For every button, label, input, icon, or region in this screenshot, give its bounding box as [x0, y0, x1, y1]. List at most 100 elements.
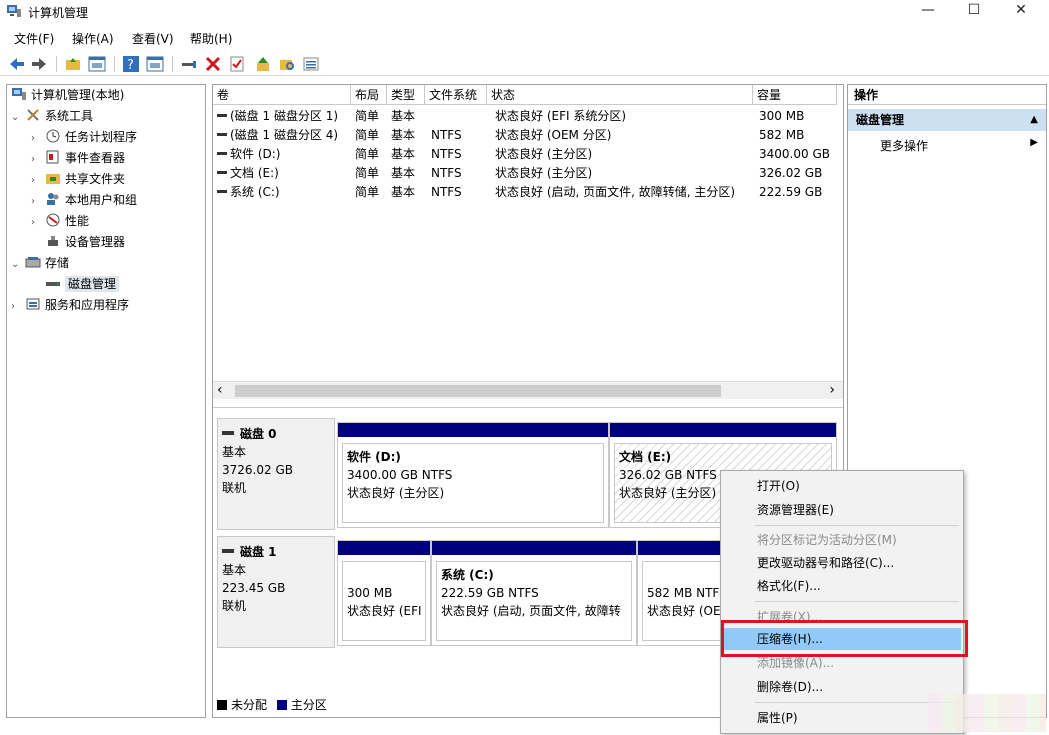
delete-icon[interactable]	[204, 55, 222, 73]
menu-item-mark-active: 将分区标记为活动分区(M)	[757, 533, 897, 547]
volume-cell: 软件 (D:)	[217, 145, 280, 164]
menu-view[interactable]: 查看(V)	[132, 30, 174, 47]
status-cell: 状态良好 (OEM 分区)	[495, 128, 612, 142]
partition-d[interactable]: 软件 (D:) 3400.00 GB NTFS 状态良好 (主分区)	[337, 422, 609, 528]
services-icon	[26, 298, 40, 310]
up-arrow-icon[interactable]	[254, 55, 272, 73]
disk-status: 联机	[222, 481, 247, 495]
submenu-arrow-icon[interactable]: ▶	[1030, 137, 1038, 148]
volume-cell: 文档 (E:)	[217, 164, 279, 183]
properties-icon[interactable]	[88, 55, 106, 73]
menu-help[interactable]: 帮助(H)	[190, 30, 232, 47]
column-header-type[interactable]: 类型	[387, 85, 425, 105]
tree-item-storage[interactable]: ⌄ 存储	[11, 253, 69, 273]
console-tree: 计算机管理(本地) ⌄ 系统工具 › 任务计划程序 › 事件查看器 › 共享文件夹 › 本…	[6, 84, 206, 718]
partition-c[interactable]: 系统 (C:) 222.59 GB NTFS 状态良好 (启动, 页面文件, 故…	[431, 540, 637, 646]
disk-status: 联机	[222, 599, 247, 613]
view-icon[interactable]	[146, 55, 164, 73]
maximize-button[interactable]: ☐	[951, 0, 997, 22]
partition-status: 状态良好 (启动, 页面文件, 故障转	[441, 604, 621, 618]
expand-chevron-icon[interactable]: ⌄	[11, 255, 25, 275]
partition-bar	[432, 541, 636, 555]
close-button[interactable]: ✕	[998, 0, 1044, 22]
tree-item-disk-management[interactable]: 磁盘管理	[45, 274, 120, 294]
menu-item-explorer[interactable]: 资源管理器(E)	[723, 499, 961, 521]
back-arrow-icon[interactable]	[8, 55, 26, 73]
tree-item-label: 本地用户和组	[65, 193, 138, 207]
table-row[interactable]: 系统 (C:) 简单 基本 NTFS 状态良好 (启动, 页面文件, 故障转储,…	[213, 183, 843, 202]
actions-section-disk-management[interactable]: 磁盘管理 ▲	[848, 109, 1046, 131]
volume-icon	[217, 171, 227, 174]
scrollbar-thumb[interactable]	[235, 385, 721, 397]
table-row[interactable]: (磁盘 1 磁盘分区 1) 简单 基本 状态良好 (EFI 系统分区) 300 …	[213, 107, 843, 126]
forward-arrow-icon[interactable]	[30, 55, 48, 73]
callout-highlight-box	[721, 620, 968, 657]
tree-item-label: 共享文件夹	[65, 172, 126, 186]
tree-item-services-apps[interactable]: › 服务和应用程序	[11, 295, 129, 315]
expand-chevron-icon[interactable]: ›	[31, 171, 45, 191]
column-header-layout[interactable]: 布局	[351, 85, 387, 105]
menu-item-change-drive-letter[interactable]: 更改驱动器号和路径(C)...	[723, 552, 961, 574]
actions-header: 操作	[848, 85, 1046, 105]
tree-item-label: 存储	[45, 256, 70, 270]
expand-chevron-icon[interactable]: ›	[11, 297, 25, 317]
storage-icon	[25, 257, 41, 268]
users-icon	[47, 193, 59, 205]
minimize-button[interactable]: —	[905, 0, 951, 22]
connect-icon[interactable]	[180, 55, 198, 73]
disk-type: 基本	[222, 445, 247, 459]
scroll-right-button[interactable]: ›	[829, 382, 835, 398]
column-header-volume[interactable]: 卷	[213, 85, 351, 105]
status-cell: 状态良好 (主分区)	[495, 166, 593, 180]
tree-root[interactable]: 计算机管理(本地)	[11, 85, 124, 105]
more-actions-link[interactable]: 更多操作	[880, 137, 928, 154]
table-row[interactable]: (磁盘 1 磁盘分区 4) 简单 基本 NTFS 状态良好 (OEM 分区) 5…	[213, 126, 843, 145]
partition-efi[interactable]: 300 MB 状态良好 (EFI	[337, 540, 431, 646]
expand-chevron-icon[interactable]: ›	[31, 150, 45, 170]
up-folder-icon[interactable]	[64, 55, 82, 73]
tree-root-label: 计算机管理(本地)	[31, 88, 125, 102]
tree-item-local-users[interactable]: › 本地用户和组	[31, 190, 137, 210]
disk-0-label[interactable]: 磁盘 0 基本 3726.02 GB 联机	[217, 418, 335, 530]
tree-item-task-scheduler[interactable]: › 任务计划程序	[31, 127, 137, 147]
tree-item-system-tools[interactable]: ⌄ 系统工具	[11, 106, 93, 126]
expand-chevron-icon[interactable]: ⌄	[11, 108, 25, 128]
menu-item-properties[interactable]: 属性(P)	[723, 707, 961, 729]
list-icon[interactable]	[302, 55, 320, 73]
expand-chevron-icon[interactable]: ›	[31, 213, 45, 233]
tree-item-device-manager[interactable]: 设备管理器	[45, 232, 125, 252]
check-icon[interactable]	[228, 55, 246, 73]
help-icon[interactable]: ?	[122, 55, 140, 73]
primary-swatch	[276, 700, 287, 710]
disk-1-label[interactable]: 磁盘 1 基本 223.45 GB 联机	[217, 536, 335, 648]
performance-icon	[46, 213, 60, 227]
volume-name: (磁盘 1 磁盘分区 1)	[230, 109, 339, 123]
tree-item-performance[interactable]: › 性能	[31, 211, 89, 231]
toolbar-separator	[172, 56, 173, 72]
volume-name: 软件 (D:)	[230, 147, 281, 161]
search-folder-icon[interactable]	[278, 55, 296, 73]
type-cell: 基本	[391, 185, 416, 199]
menu-item-delete-volume[interactable]: 删除卷(D)...	[723, 676, 961, 698]
volume-cell: (磁盘 1 磁盘分区 1)	[217, 107, 338, 126]
status-cell: 状态良好 (EFI 系统分区)	[495, 109, 627, 123]
menu-item-format[interactable]: 格式化(F)...	[723, 575, 961, 597]
collapse-arrow-icon[interactable]: ▲	[1030, 109, 1038, 131]
table-row[interactable]: 文档 (E:) 简单 基本 NTFS 状态良好 (主分区) 326.02 GB	[213, 164, 843, 183]
partition-bar	[610, 423, 836, 437]
menu-file[interactable]: 文件(F)	[14, 30, 54, 47]
tree-item-shared-folders[interactable]: › 共享文件夹	[31, 169, 125, 189]
menu-item-open[interactable]: 打开(O)	[723, 475, 961, 497]
table-row[interactable]: 软件 (D:) 简单 基本 NTFS 状态良好 (主分区) 3400.00 GB	[213, 145, 843, 164]
expand-chevron-icon[interactable]: ›	[31, 129, 45, 149]
expand-chevron-icon[interactable]: ›	[31, 192, 45, 212]
column-header-capacity[interactable]: 容量	[753, 85, 837, 105]
horizontal-scrollbar[interactable]: ‹ ›	[213, 381, 843, 399]
column-header-filesystem[interactable]: 文件系统	[425, 85, 487, 105]
toolbar: ?	[0, 52, 1049, 76]
menu-action[interactable]: 操作(A)	[72, 30, 114, 47]
column-header-status[interactable]: 状态	[487, 85, 753, 105]
layout-cell: 简单	[355, 128, 380, 142]
scroll-left-button[interactable]: ‹	[217, 382, 223, 398]
tree-item-event-viewer[interactable]: › 事件查看器	[31, 148, 125, 168]
